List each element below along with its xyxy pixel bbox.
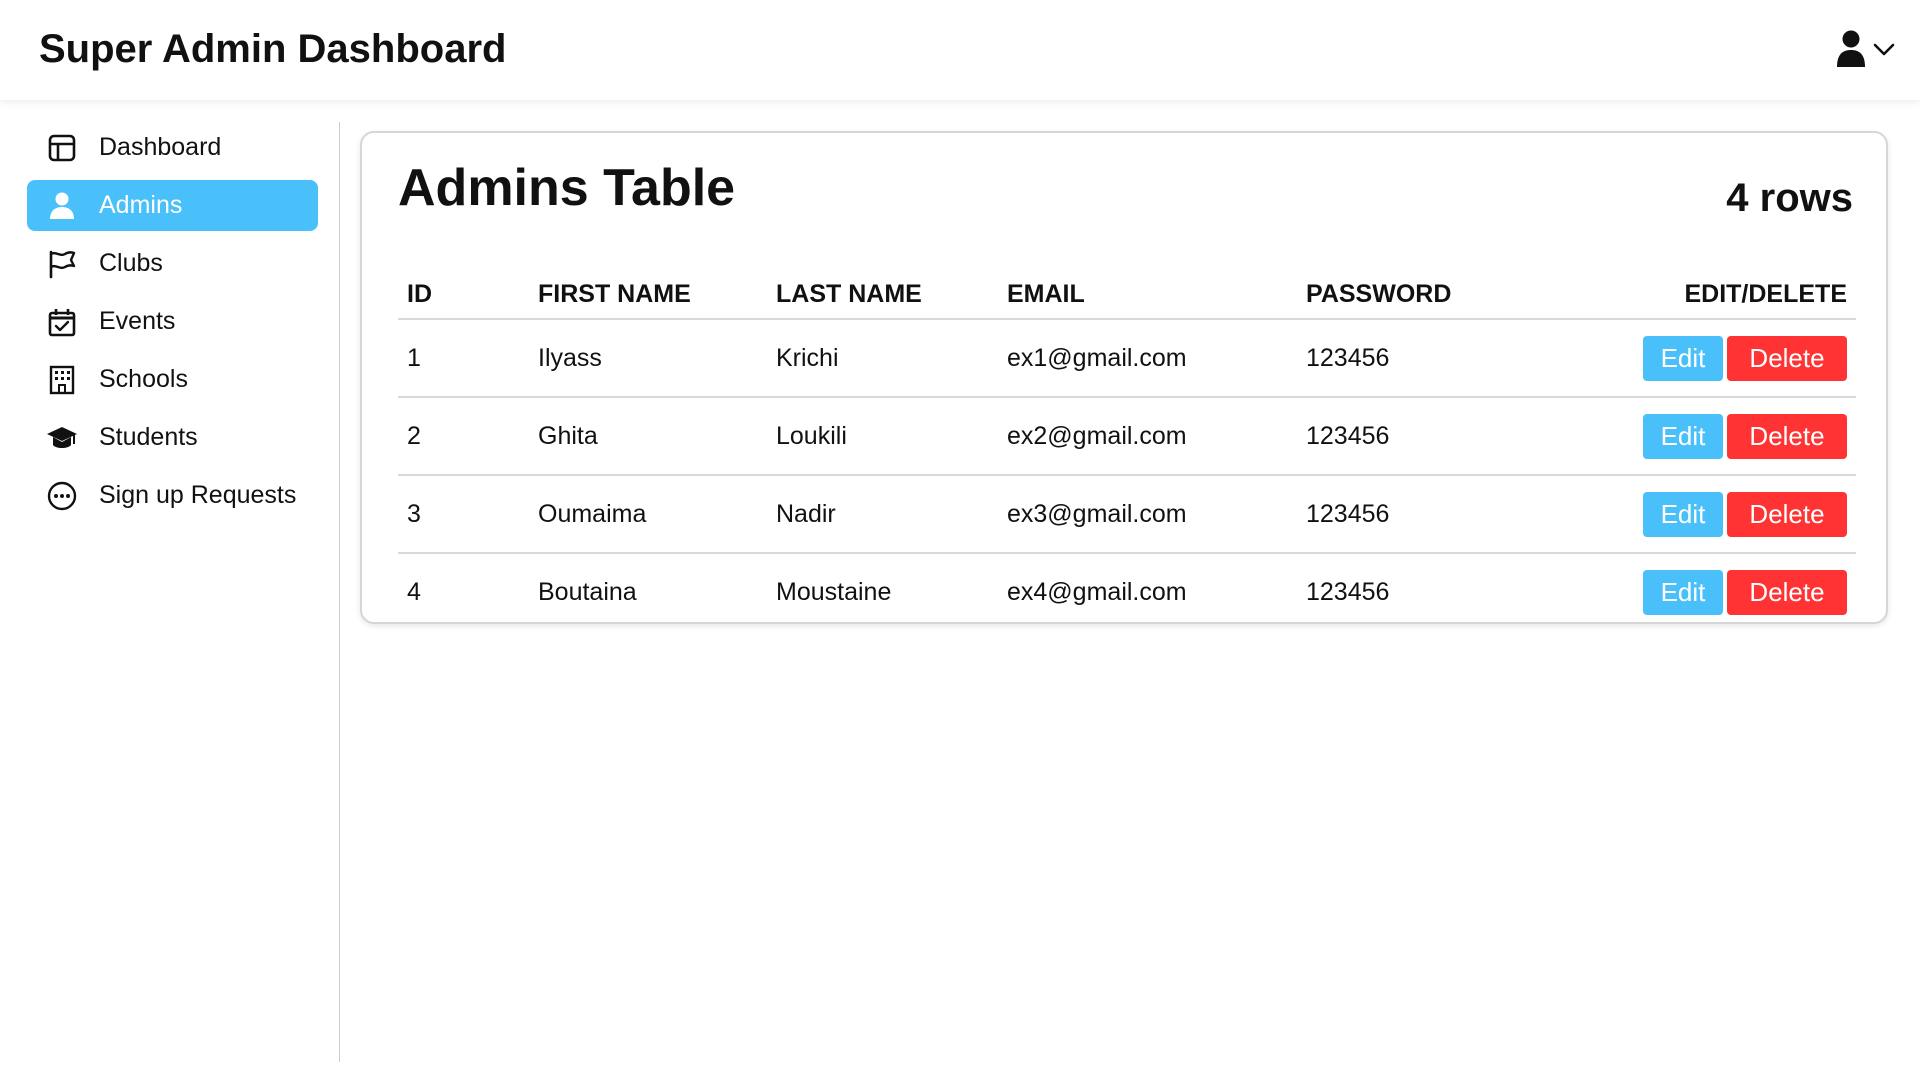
cell-email: ex1@gmail.com bbox=[998, 319, 1297, 398]
row-count: 4 rows bbox=[1726, 176, 1853, 220]
table-row: 3 Oumaima Nadir ex3@gmail.com 123456 Edi… bbox=[398, 475, 1856, 554]
column-header-first-name[interactable]: FIRST NAME bbox=[529, 271, 767, 320]
cell-actions: Edit Delete bbox=[1597, 319, 1856, 398]
column-header-id[interactable]: ID bbox=[398, 271, 529, 320]
more-circle-icon bbox=[45, 479, 79, 513]
graduation-cap-icon bbox=[45, 421, 79, 455]
edit-button[interactable]: Edit bbox=[1643, 570, 1723, 615]
column-header-edit-delete: EDIT/DELETE bbox=[1597, 271, 1856, 320]
sidebar: Dashboard Admins Clubs Events Schools St… bbox=[0, 122, 340, 1062]
app-title: Super Admin Dashboard bbox=[39, 27, 507, 71]
table-header-row: ID FIRST NAME LAST NAME EMAIL PASSWORD E… bbox=[398, 271, 1856, 320]
sidebar-item-sign-up-requests[interactable]: Sign up Requests bbox=[27, 470, 318, 521]
sidebar-nav: Dashboard Admins Clubs Events Schools St… bbox=[0, 122, 339, 521]
dashboard-icon bbox=[45, 131, 79, 165]
cell-first-name: Ilyass bbox=[529, 319, 767, 398]
cell-id: 2 bbox=[398, 397, 529, 476]
top-header: Super Admin Dashboard bbox=[0, 0, 1920, 100]
cell-actions: Edit Delete bbox=[1597, 553, 1856, 631]
cell-email: ex3@gmail.com bbox=[998, 475, 1297, 554]
sidebar-item-schools[interactable]: Schools bbox=[27, 354, 318, 405]
cell-first-name: Boutaina bbox=[538, 578, 637, 606]
sidebar-item-label: Clubs bbox=[99, 249, 163, 277]
cell-password: 123456 bbox=[1297, 475, 1597, 554]
edit-button[interactable]: Edit bbox=[1643, 413, 1723, 459]
calendar-check-icon bbox=[45, 305, 79, 339]
admins-table: ID FIRST NAME LAST NAME EMAIL PASSWORD E… bbox=[398, 271, 1856, 631]
user-menu[interactable] bbox=[1836, 30, 1896, 73]
sidebar-item-label: Sign up Requests bbox=[99, 481, 297, 509]
table-row: 1 Ilyass Krichi ex1@gmail.com 123456 Edi… bbox=[398, 319, 1856, 398]
cell-actions: Edit Delete bbox=[1597, 397, 1856, 476]
sidebar-item-clubs[interactable]: Clubs bbox=[27, 238, 318, 289]
cell-password: 123456 bbox=[1297, 319, 1597, 398]
sidebar-item-label: Students bbox=[99, 423, 198, 451]
cell-id: 4 bbox=[407, 578, 421, 606]
cell-actions: Edit Delete bbox=[1597, 475, 1856, 554]
sidebar-item-students[interactable]: Students bbox=[27, 412, 318, 463]
sidebar-item-label: Dashboard bbox=[99, 133, 222, 161]
cell-last-name: Moustaine bbox=[776, 578, 892, 606]
cell-last-name: Loukili bbox=[767, 397, 998, 476]
page-title: Admins Table bbox=[398, 159, 736, 217]
edit-button[interactable]: Edit bbox=[1643, 491, 1723, 537]
cell-id: 1 bbox=[398, 319, 529, 398]
user-icon[interactable] bbox=[1836, 30, 1866, 73]
cell-email: ex4@gmail.com bbox=[1007, 578, 1187, 606]
column-header-password[interactable]: PASSWORD bbox=[1297, 271, 1597, 320]
delete-button[interactable]: Delete bbox=[1727, 335, 1847, 381]
delete-button[interactable]: Delete bbox=[1727, 413, 1847, 459]
sidebar-item-admins[interactable]: Admins bbox=[27, 180, 318, 231]
delete-button[interactable]: Delete bbox=[1727, 570, 1847, 615]
cell-first-name: Oumaima bbox=[529, 475, 767, 554]
cell-password: 123456 bbox=[1297, 397, 1597, 476]
table-row: 4 Boutaina Moustaine ex4@gmail.com 12345… bbox=[398, 553, 1856, 631]
cell-email: ex2@gmail.com bbox=[998, 397, 1297, 476]
sidebar-item-events[interactable]: Events bbox=[27, 296, 318, 347]
cell-password: 123456 bbox=[1306, 578, 1390, 606]
sidebar-item-dashboard[interactable]: Dashboard bbox=[27, 122, 318, 173]
building-icon bbox=[45, 363, 79, 397]
column-header-last-name[interactable]: LAST NAME bbox=[767, 271, 998, 320]
chevron-down-icon[interactable] bbox=[1872, 41, 1896, 62]
flag-icon bbox=[45, 247, 79, 281]
sidebar-item-label: Admins bbox=[99, 191, 183, 219]
cell-last-name: Krichi bbox=[767, 319, 998, 398]
delete-button[interactable]: Delete bbox=[1727, 491, 1847, 537]
sidebar-item-label: Schools bbox=[99, 365, 188, 393]
sidebar-item-label: Events bbox=[99, 307, 176, 335]
column-header-email[interactable]: EMAIL bbox=[998, 271, 1297, 320]
user-icon bbox=[45, 189, 79, 223]
admins-table-card: Admins Table 4 rows ID FIRST NAME LAST N… bbox=[360, 131, 1888, 624]
edit-button[interactable]: Edit bbox=[1643, 335, 1723, 381]
cell-first-name: Ghita bbox=[529, 397, 767, 476]
cell-id: 3 bbox=[398, 475, 529, 554]
cell-last-name: Nadir bbox=[767, 475, 998, 554]
table-row: 2 Ghita Loukili ex2@gmail.com 123456 Edi… bbox=[398, 397, 1856, 476]
